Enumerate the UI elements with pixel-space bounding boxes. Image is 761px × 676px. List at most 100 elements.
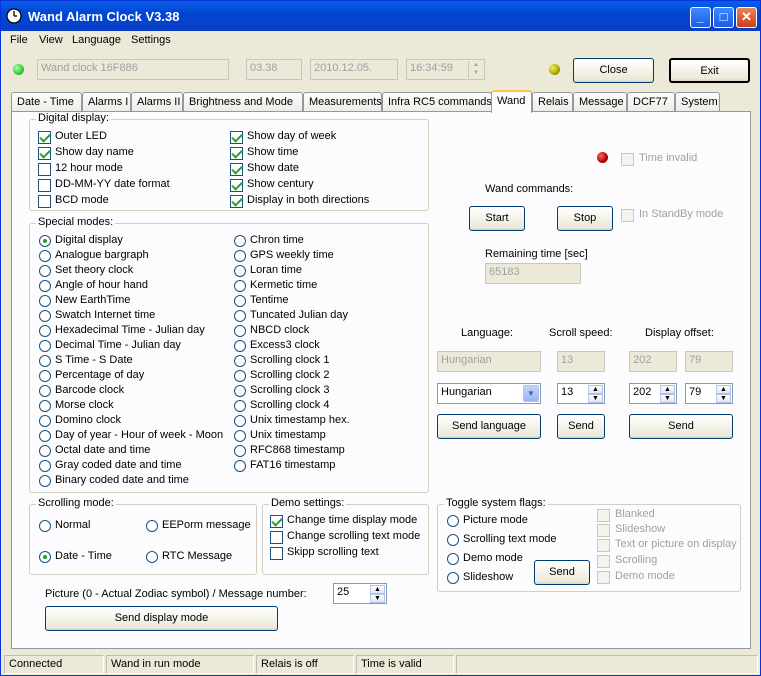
radio-digital-display[interactable] — [39, 235, 51, 247]
radio-scrolling-clock-3[interactable] — [234, 385, 246, 397]
radio-normal[interactable] — [39, 520, 51, 532]
radio-day-of-year-hour-of-week-moon[interactable] — [39, 430, 51, 442]
radio-rtc-message[interactable] — [146, 551, 158, 563]
send-display-mode-button[interactable]: Send display mode — [45, 606, 278, 631]
spin-down-icon[interactable]: ▼ — [660, 394, 675, 403]
tab-measurements[interactable]: Measurements — [303, 92, 382, 112]
spin-down-icon[interactable]: ▼ — [370, 594, 385, 603]
spin-up-icon[interactable]: ▲ — [716, 385, 731, 394]
send-language-button[interactable]: Send language — [437, 414, 541, 439]
radio-new-earthtime[interactable] — [39, 295, 51, 307]
chk-show-century[interactable] — [230, 179, 243, 192]
tab-infra-rc5[interactable]: Infra RC5 commands — [382, 92, 492, 112]
tab-brightness-mode[interactable]: Brightness and Mode — [183, 92, 303, 112]
radio-unix-timestamp[interactable] — [234, 430, 246, 442]
spin-up-icon[interactable]: ▲ — [370, 585, 385, 594]
radio-barcode-clock[interactable] — [39, 385, 51, 397]
radio-angle-of-hour-hand[interactable] — [39, 280, 51, 292]
radio-kermetic-time[interactable] — [234, 280, 246, 292]
tab-alarms-i[interactable]: Alarms I — [82, 92, 131, 112]
offset1-spinner[interactable]: 202 ▲ ▼ — [629, 383, 677, 404]
radio-scrolling-clock-1[interactable] — [234, 355, 246, 367]
send-offset-button[interactable]: Send — [629, 414, 733, 439]
tab-date-time[interactable]: Date - Time — [11, 92, 82, 112]
chk-show-day-of-week[interactable] — [230, 131, 243, 144]
title-bar[interactable]: Wand Alarm Clock V3.38 _ □ ✕ — [1, 1, 760, 31]
chevron-down-icon[interactable]: ▼ — [523, 385, 539, 402]
send-flags-button[interactable]: Send — [534, 560, 590, 585]
menu-settings[interactable]: Settings — [131, 34, 171, 46]
radio-picture-mode[interactable] — [447, 515, 459, 527]
tab-alarms-ii[interactable]: Alarms II — [131, 92, 183, 112]
tab-relais[interactable]: Relais — [532, 92, 573, 112]
date-field[interactable]: 2010.12.05. — [310, 59, 398, 80]
chk-change-scrolling-text[interactable] — [270, 531, 283, 544]
radio-scrolling-text-mode[interactable] — [447, 534, 459, 546]
close-window-button[interactable]: ✕ — [736, 7, 757, 28]
radio-date-time[interactable] — [39, 551, 51, 563]
tab-system[interactable]: System — [675, 92, 720, 112]
radio-rfc868-timestamp[interactable] — [234, 445, 246, 457]
radio-swatch-internet-time[interactable] — [39, 310, 51, 322]
menu-language[interactable]: Language — [72, 34, 121, 46]
radio-loran-time[interactable] — [234, 265, 246, 277]
radio-gray-coded-date-and-time[interactable] — [39, 460, 51, 472]
chk-skip-scrolling-text[interactable] — [270, 547, 283, 560]
radio-analogue-bargraph[interactable] — [39, 250, 51, 262]
radio-eeprom-message[interactable] — [146, 520, 158, 532]
exit-button[interactable]: Exit — [669, 58, 750, 83]
spin-down-icon[interactable]: ▼ — [588, 394, 603, 403]
chk-outer-led[interactable] — [38, 131, 51, 144]
message-number-spinner[interactable]: 25 ▲ ▼ — [333, 583, 387, 604]
spin-up-icon[interactable]: ▲ — [588, 385, 603, 394]
radio-slideshow[interactable] — [447, 572, 459, 584]
menu-file[interactable]: File — [10, 34, 28, 46]
chk-bcd-mode[interactable] — [38, 195, 51, 208]
radio-scrolling-clock-2[interactable] — [234, 370, 246, 382]
spin-up-icon[interactable]: ▲ — [660, 385, 675, 394]
tab-wand[interactable]: Wand — [491, 90, 532, 113]
radio-hexadecimal-time-julian-day[interactable] — [39, 325, 51, 337]
spin-down-icon[interactable]: ▼ — [716, 394, 731, 403]
time-spinner-icon[interactable]: ▲ ▼ — [468, 61, 483, 78]
chk-12-hour-mode[interactable] — [38, 163, 51, 176]
start-button[interactable]: Start — [469, 206, 525, 231]
radio-chron-time[interactable] — [234, 235, 246, 247]
radio-s-time-s-date[interactable] — [39, 355, 51, 367]
radio-demo-mode[interactable] — [447, 553, 459, 565]
menu-view[interactable]: View — [39, 34, 63, 46]
radio-percentage-of-day[interactable] — [39, 370, 51, 382]
radio-decimal-time-julian-day[interactable] — [39, 340, 51, 352]
radio-gps-weekly-time[interactable] — [234, 250, 246, 262]
tab-message[interactable]: Message — [573, 92, 627, 112]
close-button[interactable]: Close — [573, 58, 654, 83]
radio-set-theory-clock[interactable] — [39, 265, 51, 277]
radio-octal-date-and-time[interactable] — [39, 445, 51, 457]
radio-morse-clock[interactable] — [39, 400, 51, 412]
chk-dd-mm-yy-date-format[interactable] — [38, 179, 51, 192]
radio-fat16-timestamp[interactable] — [234, 460, 246, 472]
radio-excess3-clock[interactable] — [234, 340, 246, 352]
radio-domino-clock[interactable] — [39, 415, 51, 427]
radio-tentime[interactable] — [234, 295, 246, 307]
offset2-spinner[interactable]: 79 ▲ ▼ — [685, 383, 733, 404]
radio-tuncated-julian-day[interactable] — [234, 310, 246, 322]
device-name-field[interactable]: Wand clock 16F886 — [37, 59, 229, 80]
radio-unix-timestamp-hex[interactable] — [234, 415, 246, 427]
radio-nbcd-clock[interactable] — [234, 325, 246, 337]
scroll-speed-spinner[interactable]: 13 ▲ ▼ — [557, 383, 605, 404]
chk-show-day-name[interactable] — [38, 147, 51, 160]
time-field[interactable]: 16:34:59 ▲ ▼ — [406, 59, 485, 80]
minimize-button[interactable]: _ — [690, 7, 711, 28]
version-field[interactable]: 03.38 — [246, 59, 302, 80]
chk-display-in-both-directions[interactable] — [230, 195, 243, 208]
send-speed-button[interactable]: Send — [557, 414, 605, 439]
chk-change-time-display[interactable] — [270, 515, 283, 528]
chk-show-date[interactable] — [230, 163, 243, 176]
stop-button[interactable]: Stop — [557, 206, 613, 231]
chk-show-time[interactable] — [230, 147, 243, 160]
radio-binary-coded-date-and-time[interactable] — [39, 475, 51, 487]
language-select[interactable]: Hungarian ▼ — [437, 383, 541, 404]
tab-dcf77[interactable]: DCF77 — [627, 92, 675, 112]
maximize-button[interactable]: □ — [713, 7, 734, 28]
